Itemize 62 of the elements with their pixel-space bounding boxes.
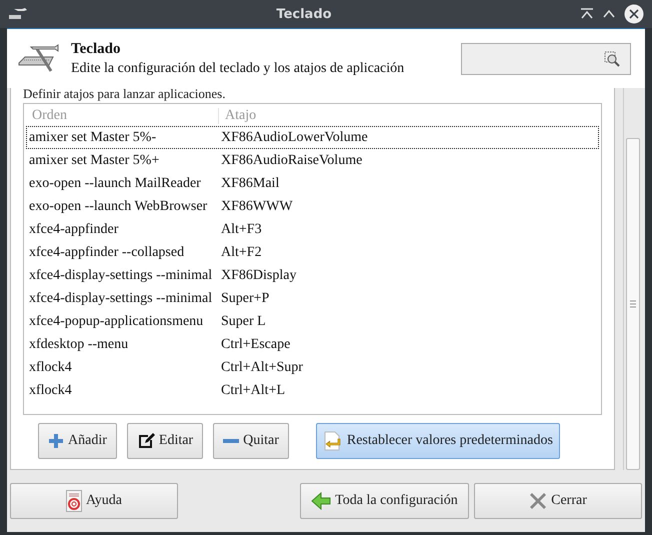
window-title: Teclado: [275, 6, 333, 22]
header-title: Teclado: [71, 40, 122, 58]
table-row[interactable]: xfce4-popup-applicationsmenu Super L: [26, 310, 599, 333]
search-icon: [604, 50, 620, 66]
command-cell-text: xflock4: [28, 382, 73, 398]
shortcut-cell: Super L: [221, 314, 266, 330]
shade-icon[interactable]: [580, 8, 594, 20]
command-cell-text: xflock4: [28, 360, 73, 376]
header-subtitle: Edite la configuración del teclado y los atajos de aplicación: [71, 60, 406, 76]
maximize-icon[interactable]: [602, 9, 616, 19]
command-cell-text: exo-open --launch MailReader: [28, 176, 202, 192]
scrollbar[interactable]: [623, 88, 641, 470]
section-label: Definir atajos para lanzar aplicaciones.: [23, 88, 226, 103]
command-cell-text: amixer set Master 5%+: [28, 152, 160, 168]
shortcut-cell: Ctrl+Escape: [221, 336, 290, 352]
edit-button[interactable]: Editar: [126, 423, 204, 459]
add-button[interactable]: Añadir: [38, 423, 117, 459]
shortcut-cell: XF86AudioRaiseVolume: [221, 152, 362, 168]
command-cell-text: xfce4-appfinder: [28, 222, 120, 238]
search-field[interactable]: [461, 42, 631, 74]
shortcut-cell: Alt+F3: [221, 222, 262, 238]
command-cell-text: exo-open --launch WebBrowser: [28, 198, 208, 214]
shortcut-cell: Ctrl+Alt+L: [221, 382, 286, 398]
shortcut-cell: Alt+F2: [221, 244, 262, 260]
shortcut-cell: Ctrl+Alt+Supr: [221, 360, 303, 376]
command-cell-text: xfce4-display-settings --minimal: [28, 268, 214, 284]
shortcut-cell: XF86Display: [221, 268, 296, 284]
reset-button[interactable]: Restablecer valores predeterminados: [316, 423, 560, 459]
edit-icon: [136, 432, 155, 450]
x-icon: [529, 492, 548, 510]
shortcut-cell: XF86WWW: [221, 198, 293, 214]
table-row[interactable]: exo-open --launch MailReader XF86Mail: [26, 172, 599, 195]
document-arrow-icon: [322, 431, 343, 451]
command-cell-text: amixer set Master 5%-: [28, 130, 158, 146]
command-cell-text: xfce4-appfinder --collapsed: [28, 244, 186, 260]
grip-icon: [630, 300, 636, 308]
command-cell-text: xfce4-display-settings --minimal: [28, 290, 214, 306]
left-arrow-icon: [311, 492, 332, 510]
all-settings-button[interactable]: Toda la configuración: [300, 483, 469, 519]
help-document-icon: [66, 490, 82, 512]
table-row[interactable]: xfce4-display-settings --minimal XF86Display: [26, 264, 599, 287]
table-row[interactable]: xflock4 Ctrl+Alt+Supr: [26, 356, 599, 379]
command-cell-text: xfce4-popup-applicationsmenu: [28, 314, 204, 330]
table-row[interactable]: amixer set Master 5%+ XF86AudioRaiseVolume: [26, 149, 599, 172]
remove-button[interactable]: Quitar: [213, 423, 289, 459]
help-button[interactable]: Ayuda: [10, 483, 178, 519]
close-icon[interactable]: [624, 4, 644, 24]
command-cell-text: xfdesktop --menu: [28, 336, 130, 352]
table-row[interactable]: amixer set Master 5%- XF86AudioLowerVolume: [26, 126, 599, 149]
minus-icon: [223, 438, 240, 444]
close-button[interactable]: Cerrar: [474, 483, 642, 519]
table-row[interactable]: xfce4-display-settings --minimal Super+P: [26, 287, 599, 310]
scrollbar-thumb[interactable]: [626, 138, 640, 470]
plus-icon: [48, 433, 64, 449]
table-row[interactable]: xfce4-appfinder Alt+F3: [26, 218, 599, 241]
table-row[interactable]: xflock4 Ctrl+Alt+L: [26, 379, 599, 402]
shortcut-cell: XF86Mail: [221, 176, 280, 192]
shortcut-cell: Super+P: [221, 290, 270, 306]
table-row[interactable]: exo-open --launch WebBrowser XF86WWW: [26, 195, 599, 218]
table-row[interactable]: xfce4-appfinder --collapsed Alt+F2: [26, 241, 599, 264]
shortcut-cell: XF86AudioLowerVolume: [221, 130, 368, 146]
table-row[interactable]: xfdesktop --menu Ctrl+Escape: [26, 333, 599, 356]
